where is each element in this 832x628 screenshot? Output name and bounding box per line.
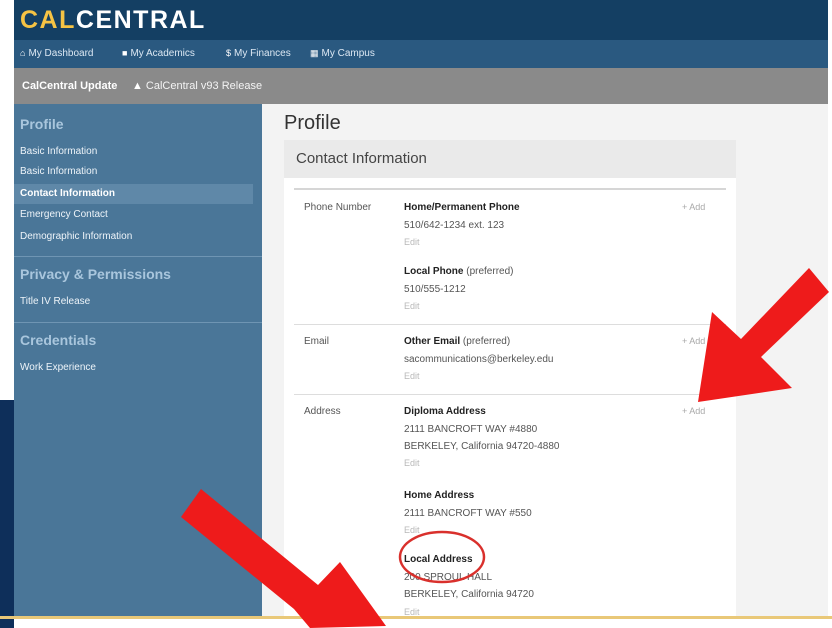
update-banner: CalCentral Update ▲ CalCentral v93 Releas… — [14, 68, 828, 104]
phone-number-label: Phone Number — [304, 202, 372, 213]
add-address-button[interactable]: + Add — [682, 406, 705, 416]
sidebar-item-basic-information[interactable]: Basic Information — [20, 142, 254, 162]
home-phone-title: Home/Permanent Phone — [404, 202, 520, 213]
divider — [294, 394, 726, 395]
nav-my-academics[interactable]: ■ My Academics — [122, 48, 195, 59]
edit-home-address-link[interactable]: Edit — [404, 525, 420, 535]
email-label: Email — [304, 336, 330, 347]
slide-bottom-rule — [0, 616, 832, 619]
sidebar-item-work-experience[interactable]: Work Experience — [20, 358, 254, 378]
home-icon: ⌂ — [20, 48, 26, 58]
calcentral-logo[interactable]: CALCENTRAL — [20, 6, 206, 35]
warning-icon: ▲ — [132, 80, 143, 92]
local-address-title: Local Address — [404, 554, 473, 565]
local-phone-value: 510/555-1212 — [404, 284, 466, 295]
sidebar-item-emergency-contact[interactable]: Emergency Contact — [20, 205, 254, 225]
grid-icon: ▦ — [310, 48, 319, 58]
calcentral-screenshot: CALCENTRAL ⌂ My Dashboard ■ My Academics $… — [14, 0, 828, 616]
nav-my-finances[interactable]: $ My Finances — [226, 48, 291, 59]
update-title: CalCentral Update — [22, 80, 118, 92]
sidebar-heading-privacy: Privacy & Permissions — [20, 266, 171, 282]
diploma-address-title: Diploma Address — [404, 406, 486, 417]
other-email-value: sacommunications@berkeley.edu — [404, 354, 554, 365]
home-phone-value: 510/642-1234 ext. 123 — [404, 220, 505, 231]
sidebar-divider — [14, 322, 262, 323]
dollar-icon: $ — [226, 48, 232, 58]
other-email-title: Other Email (preferred) — [404, 336, 511, 347]
local-address-line-1: 200 SPROUL HALL — [404, 572, 493, 583]
contact-information-card: Contact Information Phone Number Home/Pe… — [284, 140, 736, 616]
edit-local-address-link[interactable]: Edit — [404, 607, 420, 616]
slide-background-edge — [828, 0, 832, 628]
edit-home-phone-link[interactable]: Edit — [404, 237, 420, 247]
home-address-line-1: 2111 BANCROFT WAY #550 — [404, 508, 532, 519]
page-title: Profile — [284, 112, 341, 134]
main-content: Profile Contact Information Phone Number… — [262, 104, 828, 616]
sidebar-divider — [14, 256, 262, 257]
local-phone-title: Local Phone (preferred) — [404, 266, 514, 277]
divider — [294, 188, 726, 190]
diploma-address-line-2: BERKELEY, California 94720-4880 — [404, 441, 560, 452]
sidebar-item-demographic-information[interactable]: Demographic Information — [20, 227, 254, 247]
profile-sidebar: Profile Basic Information Basic Informat… — [14, 104, 262, 616]
edit-local-phone-link[interactable]: Edit — [404, 301, 420, 311]
sidebar-heading-credentials: Credentials — [20, 332, 97, 348]
address-label: Address — [304, 406, 341, 417]
main-navigation: ⌂ My Dashboard ■ My Academics $ My Finances… — [14, 40, 828, 68]
edit-diploma-address-link[interactable]: Edit — [404, 458, 420, 468]
nav-my-dashboard[interactable]: ⌂ My Dashboard — [20, 48, 93, 59]
sidebar-item-title-iv-release[interactable]: Title IV Release — [20, 292, 254, 312]
sidebar-item-basic-information-2[interactable]: Basic Information — [20, 162, 254, 182]
add-email-button[interactable]: + Add — [682, 336, 705, 346]
nav-my-campus[interactable]: ▦ My Campus — [310, 48, 375, 59]
diploma-address-line-1: 2111 BANCROFT WAY #4880 — [404, 424, 538, 435]
brand-header: CALCENTRAL — [14, 0, 828, 40]
home-address-title: Home Address — [404, 490, 475, 501]
release-notes-link[interactable]: ▲ CalCentral v93 Release — [132, 80, 262, 92]
local-address-line-2: BERKELEY, California 94720 — [404, 589, 534, 600]
card-header: Contact Information — [284, 140, 736, 178]
presentation-slide: CALCENTRAL ⌂ My Dashboard ■ My Academics $… — [0, 0, 832, 628]
sidebar-heading-profile: Profile — [20, 116, 64, 132]
card-title: Contact Information — [296, 150, 427, 167]
slide-background-strip — [0, 400, 14, 628]
sidebar-item-contact-information[interactable]: Contact Information — [14, 184, 253, 204]
add-phone-button[interactable]: + Add — [682, 202, 705, 212]
edit-email-link[interactable]: Edit — [404, 371, 420, 381]
divider — [294, 324, 726, 325]
book-icon: ■ — [122, 48, 128, 58]
